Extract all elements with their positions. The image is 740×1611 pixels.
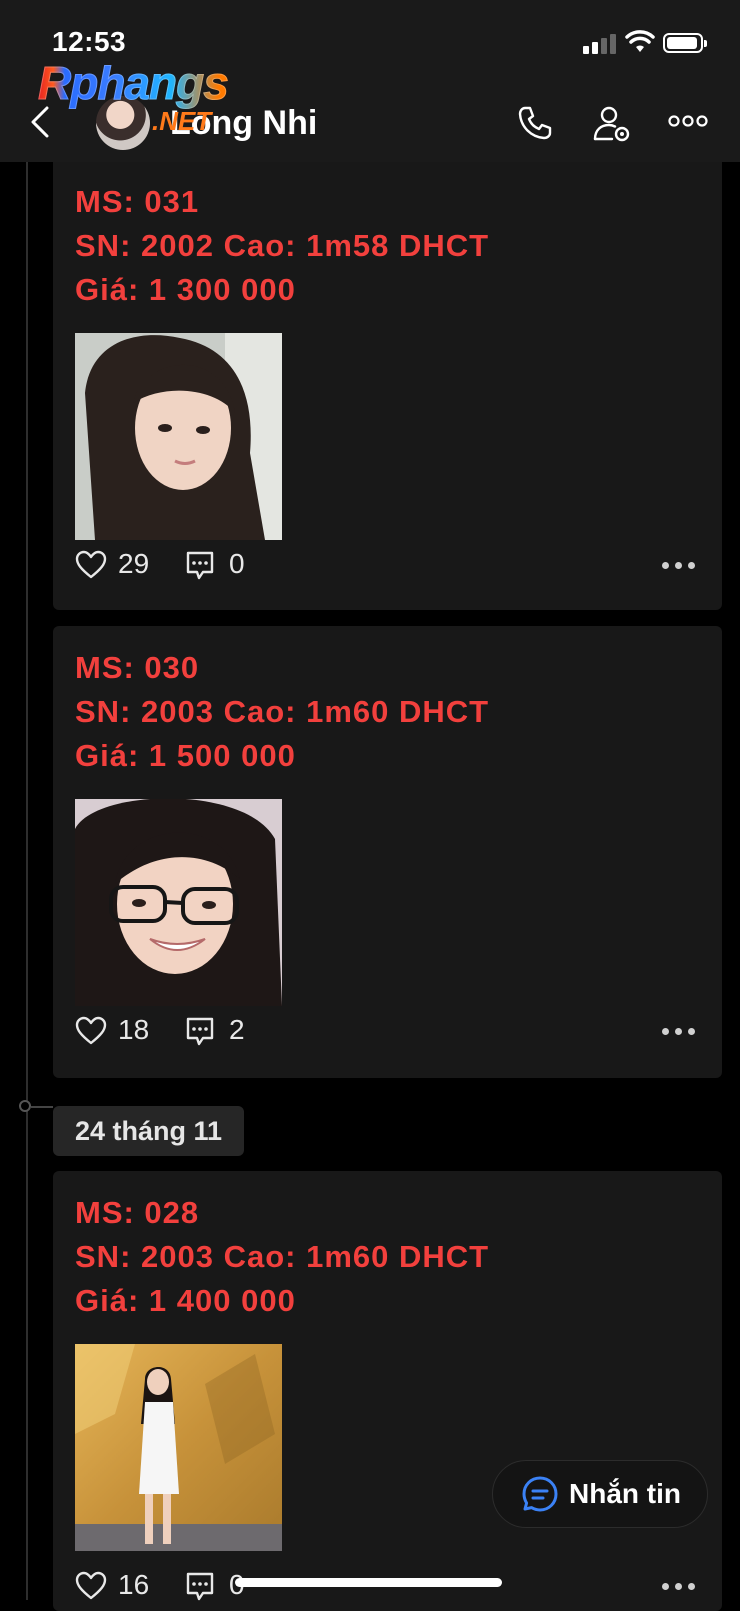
post-price-line: Giá: 1 400 000 xyxy=(75,1283,296,1318)
post-info-line: SN: 2003 Cao: 1m60 DHCT xyxy=(75,694,490,729)
like-count: 16 xyxy=(118,1569,150,1600)
more-options-icon[interactable] xyxy=(668,114,708,128)
watermark-logo: Rphangs xyxy=(38,57,230,110)
phone-icon[interactable] xyxy=(516,104,554,142)
post-info-line: SN: 2002 Cao: 1m58 DHCT xyxy=(75,228,490,263)
like-count: 29 xyxy=(118,548,150,579)
like-heart-icon[interactable] xyxy=(75,1016,107,1046)
post-more-icon[interactable] xyxy=(662,562,696,570)
user-settings-icon[interactable] xyxy=(592,104,632,144)
comment-icon[interactable] xyxy=(185,550,215,582)
post-photo[interactable] xyxy=(75,1344,282,1551)
post-photo[interactable] xyxy=(75,799,282,1006)
timeline-connector xyxy=(31,1106,53,1108)
date-separator: 24 tháng 11 xyxy=(53,1106,245,1156)
post-info-line: SN: 2003 Cao: 1m60 DHCT xyxy=(75,1239,490,1274)
home-indicator[interactable] xyxy=(235,1578,502,1587)
post-more-icon[interactable] xyxy=(662,1583,696,1591)
comment-icon[interactable] xyxy=(185,1571,215,1603)
post-price-line: Giá: 1 500 000 xyxy=(75,738,296,773)
wifi-icon xyxy=(625,30,655,52)
comment-count: 2 xyxy=(229,1014,245,1045)
comment-icon[interactable] xyxy=(185,1016,215,1048)
post-code-line: MS: 028 xyxy=(75,1195,200,1230)
chat-bubble-icon xyxy=(522,1476,558,1512)
like-heart-icon[interactable] xyxy=(75,1571,107,1601)
cellular-signal-icon xyxy=(583,32,621,54)
post-card[interactable]: MS: 028 SN: 2003 Cao: 1m60 DHCT Giá: 1 4… xyxy=(53,1171,722,1611)
message-button-label: Nhắn tin xyxy=(569,1478,681,1509)
post-card[interactable]: MS: 031 SN: 2002 Cao: 1m58 DHCT Giá: 1 3… xyxy=(53,150,722,610)
post-more-icon[interactable] xyxy=(662,1028,696,1036)
comment-count: 0 xyxy=(229,548,245,579)
status-time: 12:53 xyxy=(52,26,127,57)
post-code-line: MS: 031 xyxy=(75,184,200,219)
watermark-suffix: .NET xyxy=(152,106,212,136)
like-heart-icon[interactable] xyxy=(75,550,107,580)
timeline-node xyxy=(19,1100,31,1112)
post-code-line: MS: 030 xyxy=(75,650,200,685)
post-price-line: Giá: 1 300 000 xyxy=(75,272,296,307)
battery-icon xyxy=(663,33,707,53)
post-card[interactable]: MS: 030 SN: 2003 Cao: 1m60 DHCT Giá: 1 5… xyxy=(53,626,722,1078)
timeline-line xyxy=(26,162,28,1600)
like-count: 18 xyxy=(118,1014,150,1045)
message-button[interactable]: Nhắn tin xyxy=(492,1460,708,1528)
post-photo[interactable] xyxy=(75,333,282,540)
